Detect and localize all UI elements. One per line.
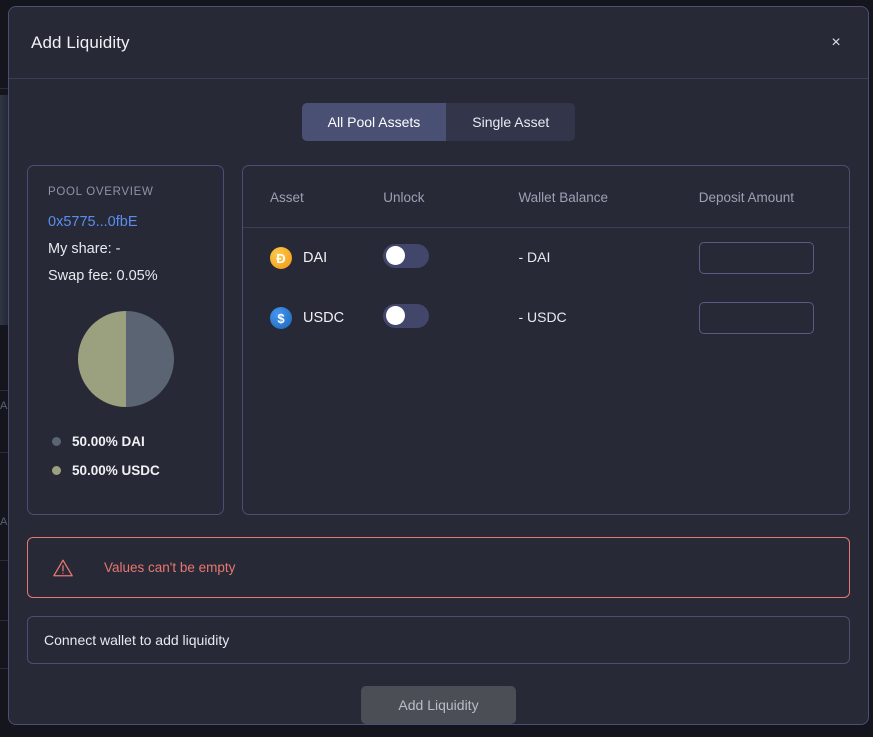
my-share-value: My share: - xyxy=(48,241,121,257)
toggle-knob xyxy=(386,246,406,265)
asset-table-panel: Asset Unlock Wallet Balance Deposit Amou… xyxy=(242,165,850,515)
cell-asset: $ USDC xyxy=(243,288,383,348)
legend-label-usdc: 50.00% USDC xyxy=(72,463,160,478)
table-row: $ USDC - USDC xyxy=(243,288,849,348)
pie-slice-usdc xyxy=(77,310,126,408)
tab-single-asset[interactable]: Single Asset xyxy=(446,103,576,141)
content-columns: POOL OVERVIEW 0x5775...0fbE My share: - … xyxy=(27,165,850,515)
wallet-balance-usdc: - USDC xyxy=(518,309,567,325)
pie-chart-svg xyxy=(77,310,174,408)
validation-alert-text: Values can't be empty xyxy=(104,560,236,575)
warning-triangle-icon xyxy=(52,557,74,579)
backdrop-label: A xyxy=(0,400,8,412)
cell-unlock xyxy=(383,228,518,289)
page-title: Add Liquidity xyxy=(31,32,130,52)
column-header-unlock: Unlock xyxy=(383,166,519,228)
backdrop-label: A xyxy=(0,516,8,528)
legend-item-usdc: 50.00% USDC xyxy=(48,463,203,478)
add-liquidity-modal: Add Liquidity × All Pool Assets Single A… xyxy=(8,6,869,725)
unlock-toggle-usdc[interactable] xyxy=(383,303,430,328)
cell-asset: Ð DAI xyxy=(243,228,383,289)
cell-deposit-amount xyxy=(698,288,849,348)
asset-symbol-dai: DAI xyxy=(303,250,328,266)
unlock-toggle-dai[interactable] xyxy=(383,243,430,268)
column-header-asset: Asset xyxy=(243,166,384,228)
modal-header: Add Liquidity × xyxy=(9,7,868,79)
cell-wallet-balance: - USDC xyxy=(518,288,698,348)
pool-address-link[interactable]: 0x5775...0fbE xyxy=(48,214,203,230)
close-icon[interactable]: × xyxy=(824,31,848,55)
deposit-amount-input-usdc[interactable] xyxy=(698,302,814,334)
wallet-balance-dai: - DAI xyxy=(518,249,551,265)
toggle-knob xyxy=(386,306,406,325)
cell-unlock xyxy=(383,288,518,348)
table-header-row: Asset Unlock Wallet Balance Deposit Amou… xyxy=(243,166,849,228)
swap-fee-value: Swap fee: 0.05% xyxy=(48,268,158,284)
usdc-coin-icon: $ xyxy=(270,307,292,329)
tab-group: All Pool Assets Single Asset xyxy=(301,103,576,141)
dai-coin-icon: Ð xyxy=(270,247,292,269)
legend-swatch-dai xyxy=(52,437,61,446)
asset-table: Asset Unlock Wallet Balance Deposit Amou… xyxy=(243,166,849,348)
tab-bar: All Pool Assets Single Asset xyxy=(27,103,850,141)
cell-deposit-amount xyxy=(698,228,849,289)
column-header-wallet-balance: Wallet Balance xyxy=(518,166,699,228)
modal-body: All Pool Assets Single Asset POOL OVERVI… xyxy=(9,79,868,724)
asset-identity-usdc: $ USDC xyxy=(270,307,383,329)
pool-overview-panel: POOL OVERVIEW 0x5775...0fbE My share: - … xyxy=(27,165,224,515)
validation-alert: Values can't be empty xyxy=(27,537,850,598)
asset-table-body: Ð DAI - DAI $ USDC - USDC xyxy=(243,228,849,349)
add-liquidity-button[interactable]: Add Liquidity xyxy=(361,686,516,724)
table-row: Ð DAI - DAI xyxy=(243,228,849,289)
tab-all-pool-assets[interactable]: All Pool Assets xyxy=(301,103,447,141)
connect-wallet-notice: Connect wallet to add liquidity xyxy=(27,616,850,664)
legend-swatch-usdc xyxy=(52,466,61,475)
pie-slice-dai xyxy=(125,310,174,408)
cell-wallet-balance: - DAI xyxy=(518,228,698,289)
submit-row: Add Liquidity xyxy=(27,686,850,724)
column-header-deposit-amount: Deposit Amount xyxy=(698,166,849,228)
asset-symbol-usdc: USDC xyxy=(303,310,345,326)
connect-wallet-notice-text: Connect wallet to add liquidity xyxy=(44,632,230,648)
legend-label-dai: 50.00% DAI xyxy=(72,434,145,449)
legend-item-dai: 50.00% DAI xyxy=(48,434,203,449)
deposit-amount-input-dai[interactable] xyxy=(698,242,814,274)
pool-composition-chart xyxy=(48,310,203,408)
asset-identity-dai: Ð DAI xyxy=(270,247,383,269)
pool-overview-label: POOL OVERVIEW xyxy=(48,186,154,198)
asset-table-head: Asset Unlock Wallet Balance Deposit Amou… xyxy=(243,166,849,228)
